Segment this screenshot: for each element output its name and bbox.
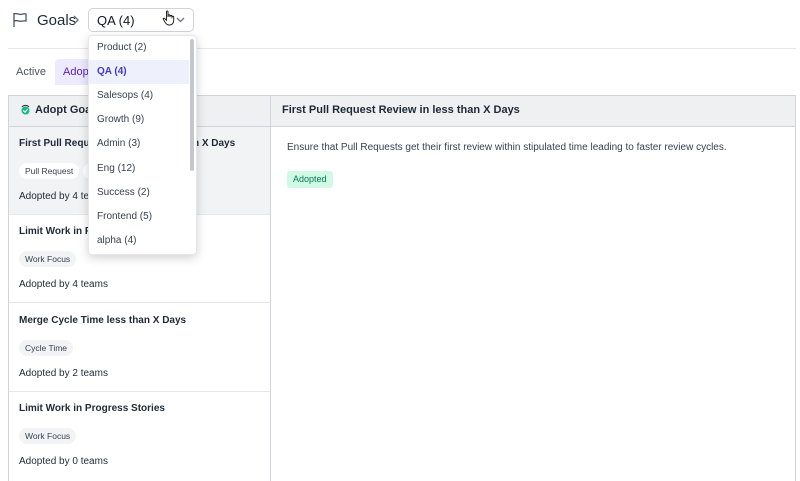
dropdown-option[interactable]: Salesops (4) — [89, 84, 189, 108]
dropdown-option[interactable]: Product (2) — [89, 36, 189, 60]
tab-active[interactable]: Active — [16, 66, 46, 78]
goal-adopted-count: Adopted by 2 teams — [19, 368, 108, 379]
goal-card[interactable]: Merge Cycle Time less than X Days Cycle … — [9, 304, 270, 392]
chevron-down-icon — [176, 17, 185, 23]
team-dropdown-menu: Product (2) QA (4) Salesops (4) Growth (… — [88, 35, 197, 255]
dropdown-option-label: Salesops (4) — [97, 90, 154, 101]
dropdown-option[interactable]: Success (2) — [89, 181, 189, 205]
dropdown-scrollbar[interactable] — [190, 39, 194, 171]
goal-tag: Work Focus — [19, 428, 77, 444]
hand-pointer-icon — [162, 10, 175, 26]
goal-tag: Work Focus — [19, 251, 77, 267]
adopt-icon — [21, 104, 30, 115]
dropdown-option-label: alpha (4) — [97, 235, 137, 246]
dropdown-option-label: Product (2) — [97, 42, 147, 53]
goal-tag: Cycle Time — [19, 340, 74, 356]
dropdown-option-label: Admin (3) — [97, 138, 141, 149]
status-badge: Adopted — [287, 171, 333, 188]
dropdown-option[interactable]: Frontend (5) — [89, 205, 189, 229]
dropdown-option[interactable]: Admin (3) — [89, 132, 189, 156]
goal-adopted-count: Adopted by 4 teams — [19, 279, 108, 290]
team-select-value: QA (4) — [97, 13, 135, 28]
flag-icon — [13, 12, 27, 27]
goal-adopted-count: Adopted by 0 teams — [19, 456, 108, 467]
dropdown-option-label: Frontend (5) — [97, 211, 153, 222]
dropdown-option-label: Success (2) — [97, 187, 150, 198]
dropdown-option-label: Eng (12) — [97, 163, 136, 174]
dropdown-option-label: QA (4) — [97, 66, 127, 77]
chevron-right-icon — [73, 15, 79, 25]
dropdown-option[interactable]: alpha (4) — [89, 229, 189, 253]
goal-tag: Pull Request — [19, 163, 80, 179]
panel-divider — [270, 96, 271, 481]
team-select[interactable]: QA (4) — [88, 8, 194, 32]
goal-card[interactable]: Limit Work in Progress Stories Work Focu… — [9, 392, 270, 480]
goal-card-title: Limit Work in Progress Stories — [19, 403, 165, 414]
right-panel-header: First Pull Request Review in less than X… — [271, 96, 795, 127]
goal-card-title: Merge Cycle Time less than X Days — [19, 315, 187, 326]
dropdown-option[interactable]: Growth (9) — [89, 108, 189, 132]
right-panel-title: First Pull Request Review in less than X… — [282, 104, 520, 116]
page-title: Goals — [37, 12, 77, 29]
goal-description: Ensure that Pull Requests get their firs… — [287, 142, 727, 153]
dropdown-option-label: Growth (9) — [97, 114, 145, 125]
dropdown-option-selected[interactable]: QA (4) — [89, 60, 189, 84]
dropdown-option[interactable]: Eng (12) — [89, 157, 189, 181]
